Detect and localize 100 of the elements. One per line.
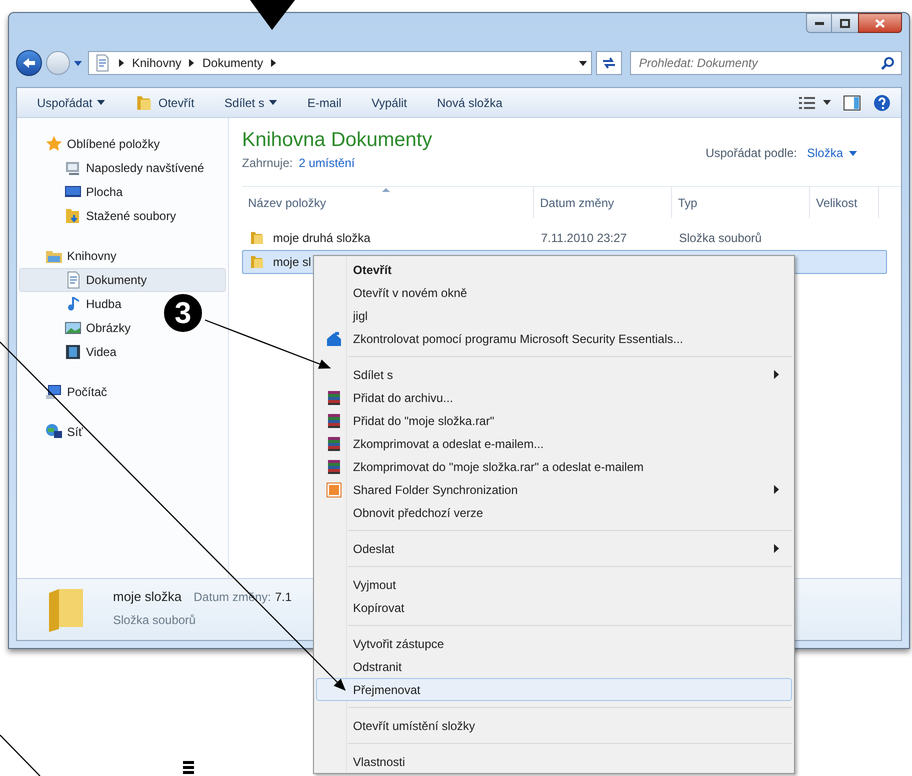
file-name: moje druhá složka xyxy=(273,230,370,247)
column-header[interactable]: Název položky xyxy=(242,187,534,218)
pointer-arrowhead xyxy=(250,0,295,30)
download-folder-icon xyxy=(64,207,82,225)
maximize-icon xyxy=(840,18,850,28)
menu-item[interactable]: Zkomprimovat do "moje složka.rar" a odeslat e-mailem xyxy=(316,455,792,478)
submenu-arrow-icon xyxy=(774,370,779,379)
menu-item[interactable]: Shared Folder Synchronization xyxy=(316,478,792,501)
sidebar-item[interactable]: Videa xyxy=(19,340,122,364)
caret-icon xyxy=(74,60,82,66)
caret-icon xyxy=(579,60,587,66)
menu-item[interactable]: Kopírovat xyxy=(316,596,792,619)
menu-item[interactable]: Otevřít v novém okně xyxy=(316,281,792,304)
view-options-button[interactable] xyxy=(799,96,831,108)
toolbar-button[interactable]: Otevřít xyxy=(135,94,194,112)
sidebar-item[interactable]: Obrázky xyxy=(19,316,136,340)
star-icon xyxy=(45,135,63,153)
books-icon xyxy=(326,436,342,452)
chevron-icon xyxy=(119,59,124,67)
sidebar-item[interactable]: Plocha xyxy=(19,180,128,204)
annotation-line xyxy=(0,734,40,776)
help-icon xyxy=(873,94,891,112)
computer-icon xyxy=(45,383,63,401)
toolbar-button[interactable]: E-mail xyxy=(307,94,342,112)
back-button[interactable] xyxy=(16,50,42,76)
minimize-button[interactable] xyxy=(806,13,832,33)
sidebar-section[interactable]: Počítač xyxy=(19,380,228,404)
toolbar-button[interactable]: Uspořádat xyxy=(37,94,106,112)
menu-item[interactable]: Přejmenovat xyxy=(316,678,792,701)
caret-icon xyxy=(849,150,857,156)
folder-icon xyxy=(249,230,265,246)
menu-item[interactable]: Přidat do archivu... xyxy=(316,386,792,409)
sidebar-item[interactable]: Naposledy navštívené xyxy=(19,156,210,180)
menu-item[interactable]: Vyjmout xyxy=(316,573,792,596)
books-icon xyxy=(326,458,342,474)
address-field[interactable]: Knihovny Dokumenty xyxy=(88,51,592,75)
caret-icon xyxy=(269,100,278,105)
submenu-arrow-icon xyxy=(774,544,779,553)
folder-icon xyxy=(249,254,265,270)
menu-item[interactable]: Otevřít xyxy=(316,258,792,281)
menu-item[interactable]: Odeslat xyxy=(316,537,792,560)
toolbar-button[interactable]: Vypálit xyxy=(371,94,408,112)
column-header[interactable]: Velikost xyxy=(810,187,879,218)
books-icon xyxy=(326,390,342,406)
item-name: moje složka xyxy=(113,588,182,606)
sidebar-section[interactable]: Oblíbené položky xyxy=(19,132,228,156)
menu-item[interactable]: Zkontrolovat pomocí programu Microsoft Security Essentials... xyxy=(316,327,792,350)
sidebar-section[interactable]: Knihovny xyxy=(19,244,228,268)
folder-icon xyxy=(135,94,154,112)
books-icon xyxy=(326,412,342,428)
close-icon xyxy=(875,18,885,28)
preview-pane-icon xyxy=(843,94,861,110)
house-icon xyxy=(326,330,342,346)
refresh-icon xyxy=(601,57,617,69)
recent-places-icon xyxy=(64,159,82,177)
search-field[interactable]: Prohledat: Dokumenty xyxy=(630,51,902,75)
menu-item[interactable]: jigl xyxy=(316,304,792,327)
bars-icon xyxy=(183,761,194,774)
includes-label: Zahrnuje: xyxy=(242,155,293,172)
menu-item[interactable]: Obnovit předchozí verze xyxy=(316,501,792,524)
caret-icon xyxy=(97,100,106,105)
maximize-button[interactable] xyxy=(832,13,858,33)
chevron-icon xyxy=(271,59,276,67)
chevron-icon xyxy=(189,59,194,67)
file-type: Složka souborů xyxy=(678,230,763,247)
preview-pane-button[interactable] xyxy=(843,94,861,110)
back-arrow-icon xyxy=(22,57,36,69)
menu-item[interactable]: Přidat do "moje složka.rar" xyxy=(316,409,792,432)
menu-item[interactable]: Vytvořit zástupce xyxy=(316,632,792,655)
locations-link[interactable]: 2 umístění xyxy=(298,154,355,172)
sidebar-item[interactable]: Hudba xyxy=(19,292,126,316)
caret-icon xyxy=(823,100,831,105)
menu-item[interactable]: Odstranit xyxy=(316,655,792,678)
modified-date: 7.11.2010 23:27 xyxy=(540,230,628,247)
help-button[interactable] xyxy=(873,94,891,112)
toolbar-button[interactable]: Sdílet s xyxy=(224,94,278,112)
library-title: Knihovna Dokumenty xyxy=(242,128,432,152)
sidebar-section[interactable]: Síť xyxy=(19,420,228,444)
arrange-dropdown[interactable]: Složka xyxy=(806,144,857,162)
pictures-icon xyxy=(64,319,82,337)
breadcrumb-item[interactable]: Knihovny xyxy=(132,54,182,72)
arrange-label: Uspořádat podle: xyxy=(706,145,797,162)
sync-app-icon xyxy=(326,482,342,498)
file-name: moje sl xyxy=(273,254,312,271)
column-header[interactable]: Typ xyxy=(672,187,810,218)
sidebar-item[interactable]: Stažené soubory xyxy=(19,204,182,228)
menu-item[interactable]: Sdílet s xyxy=(316,363,792,386)
menu-item[interactable]: Zkomprimovat a odeslat e-mailem... xyxy=(316,432,792,455)
breadcrumb-item[interactable]: Dokumenty xyxy=(202,54,264,72)
close-button[interactable] xyxy=(858,13,902,33)
toolbar-button[interactable]: Nová složka xyxy=(437,94,502,112)
refresh-button[interactable] xyxy=(596,51,622,75)
submenu-arrow-icon xyxy=(774,485,779,494)
menu-item[interactable]: Otevřít umístění složky xyxy=(316,714,792,737)
network-icon xyxy=(45,423,63,441)
search-icon xyxy=(881,57,894,70)
menu-item[interactable]: Vlastnosti xyxy=(316,750,792,773)
column-header[interactable]: Datum změny xyxy=(534,187,672,218)
sidebar-item[interactable]: Dokumenty xyxy=(19,268,226,292)
file-row[interactable]: moje druhá složka 7.11.2010 23:27 Složka souborů xyxy=(242,226,887,250)
